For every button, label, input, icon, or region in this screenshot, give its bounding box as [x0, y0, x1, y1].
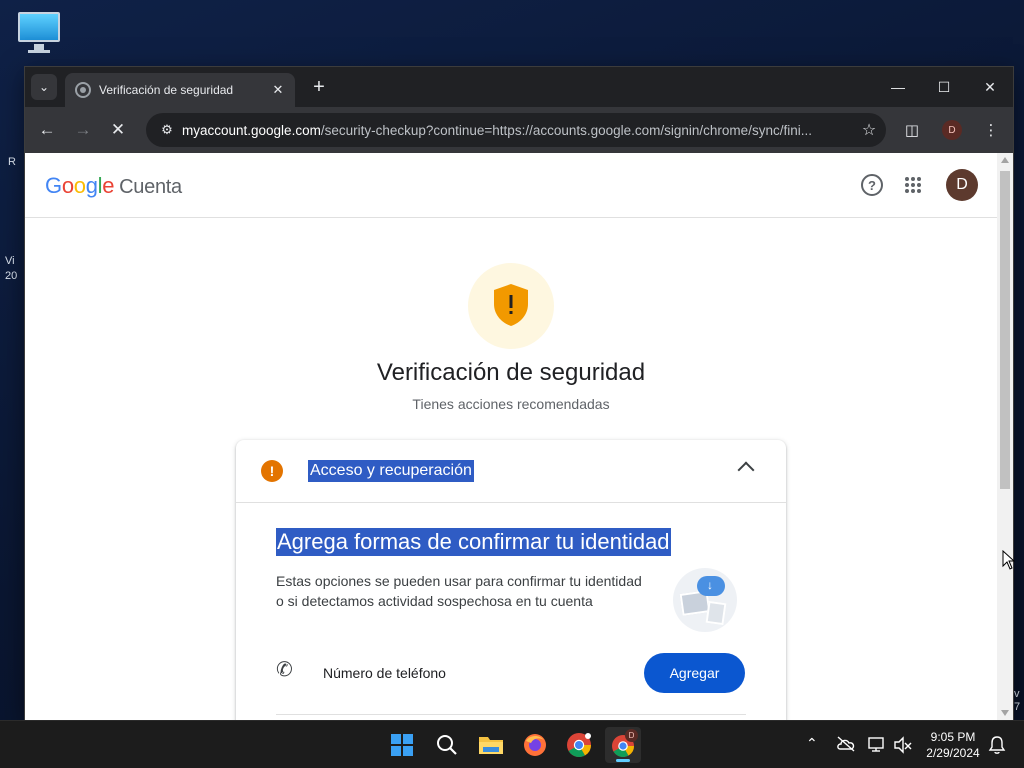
profile-avatar-mini: D — [942, 120, 962, 140]
stop-loading-button[interactable]: ✕ — [104, 116, 132, 144]
page-viewport: Google Cuenta ? D Verificación de segurid… — [25, 153, 1013, 720]
google-account-logo[interactable]: Google Cuenta — [45, 173, 182, 199]
account-header: Google Cuenta ? D — [25, 153, 997, 218]
google-apps-icon[interactable] — [905, 177, 921, 193]
add-phone-button[interactable]: Agregar — [644, 653, 745, 693]
back-button[interactable]: ← — [33, 116, 61, 144]
card-header-title: Acceso y recuperación — [308, 460, 474, 482]
access-recovery-card: ! Acceso y recuperación Agrega formas de… — [236, 440, 786, 720]
close-window-button[interactable]: ✕ — [967, 73, 1013, 101]
url-text[interactable]: myaccount.google.com/security-checkup?co… — [182, 123, 852, 138]
chrome-active-button[interactable]: D — [605, 727, 641, 763]
notification-bell-icon[interactable] — [988, 735, 1006, 755]
phone-number-row: ✆ Número de teléfono Agregar — [276, 653, 746, 693]
this-pc-desktop-icon[interactable] — [16, 10, 62, 53]
chrome-profile-button[interactable] — [561, 727, 597, 763]
shield-warning-illustration — [468, 263, 554, 349]
recovery-illustration: ↓ — [673, 568, 737, 632]
clock-time: 9:05 PM — [930, 730, 976, 744]
onedrive-offline-icon[interactable] — [836, 735, 856, 753]
desktop-label-fragment: Vi — [5, 255, 15, 267]
help-icon[interactable]: ? — [861, 174, 883, 196]
file-explorer-button[interactable] — [473, 727, 509, 763]
browser-menu-icon[interactable]: ⋮ — [977, 116, 1005, 144]
row-divider — [276, 714, 746, 715]
account-avatar[interactable]: D — [946, 169, 978, 201]
minimize-button[interactable]: — — [875, 73, 921, 101]
product-name: Cuenta — [119, 176, 182, 198]
chrome-profile-badge: D — [625, 729, 638, 742]
active-app-indicator — [616, 759, 630, 762]
search-icon — [437, 735, 457, 755]
card-header[interactable]: ! Acceso y recuperación — [236, 440, 786, 503]
desktop-label-fragment: R — [8, 156, 16, 168]
shield-icon — [494, 284, 528, 326]
warning-icon: ! — [261, 460, 283, 482]
phone-icon: ✆ — [276, 659, 293, 681]
forward-button[interactable]: → — [69, 116, 97, 144]
taskbar: D ⌃ 9:05 PM 2/29/2024 — [0, 720, 1024, 768]
profile-button[interactable]: D — [938, 116, 966, 144]
section-description: Estas opciones se pueden usar para confi… — [276, 573, 642, 609]
desktop-label-fragment: 7 — [1014, 701, 1021, 713]
loading-favicon-icon — [75, 82, 91, 98]
firefox-button[interactable] — [517, 727, 553, 763]
bookmark-star-icon[interactable]: ☆ — [852, 120, 886, 140]
tab-strip: ⌄ Verificación de seguridad ✕ + — ☐ ✕ — [25, 67, 1013, 107]
scrollbar-thumb[interactable] — [1000, 171, 1010, 489]
page-scrollbar[interactable] — [997, 153, 1013, 720]
address-bar[interactable]: ⚙ myaccount.google.com/security-checkup?… — [146, 113, 886, 147]
network-icon[interactable] — [867, 736, 887, 754]
chrome-window: ⌄ Verificación de seguridad ✕ + — ☐ ✕ ← … — [25, 67, 1013, 720]
url-host: myaccount.google.com — [182, 122, 321, 138]
windows-logo-icon — [391, 734, 413, 756]
phone-number-label: Número de teléfono — [323, 665, 446, 681]
page-subtitle: Tienes acciones recomendadas — [412, 396, 610, 412]
browser-toolbar: ← → ✕ ⚙ myaccount.google.com/security-ch… — [25, 107, 1013, 153]
mouse-cursor-icon — [1002, 550, 1016, 570]
close-tab-icon[interactable]: ✕ — [267, 82, 289, 98]
chevron-up-icon[interactable] — [737, 461, 755, 479]
scroll-up-arrow-icon[interactable] — [1001, 157, 1009, 163]
page-title: Verificación de seguridad — [376, 359, 646, 386]
desktop-label-fragment: v — [1014, 688, 1020, 700]
url-path: /security-checkup?continue=https://accou… — [320, 122, 812, 138]
volume-muted-icon[interactable] — [893, 736, 913, 754]
section-title: Agrega formas de confirmar tu identidad — [276, 528, 671, 556]
tab-search-button[interactable]: ⌄ — [31, 74, 57, 100]
site-info-icon[interactable]: ⚙ — [152, 122, 182, 138]
folder-icon — [479, 737, 503, 754]
maximize-button[interactable]: ☐ — [921, 73, 967, 101]
chrome-icon — [567, 733, 591, 758]
firefox-icon — [524, 734, 546, 756]
tab-title: Verificación de seguridad — [99, 83, 234, 97]
clock-date: 2/29/2024 — [926, 746, 980, 760]
start-button[interactable] — [384, 727, 420, 763]
search-button[interactable] — [429, 727, 465, 763]
system-clock[interactable]: 9:05 PM 2/29/2024 — [920, 729, 986, 761]
show-hidden-icons-chevron-icon[interactable]: ⌃ — [806, 735, 818, 752]
scroll-down-arrow-icon[interactable] — [1001, 710, 1009, 716]
tab-active[interactable]: Verificación de seguridad ✕ — [65, 73, 295, 107]
desktop-label-fragment: 20 — [5, 270, 18, 282]
new-tab-button[interactable]: + — [306, 74, 332, 100]
side-panel-icon[interactable]: ◫ — [898, 116, 926, 144]
